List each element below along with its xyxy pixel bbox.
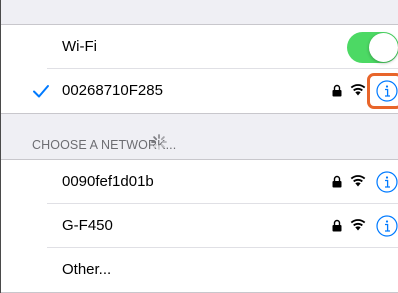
info-icon[interactable] <box>376 215 398 237</box>
wifi-icon <box>350 175 366 187</box>
info-icon[interactable] <box>376 171 398 193</box>
connected-network-row[interactable]: 00268710F285 <box>1 69 398 113</box>
network-name: G-F450 <box>62 217 113 234</box>
wifi-toggle-switch[interactable] <box>347 32 398 63</box>
other-network-row[interactable]: Other... <box>1 248 398 292</box>
wifi-label: Wi-Fi <box>62 38 97 55</box>
other-network-label: Other... <box>62 261 112 278</box>
checkmark-icon <box>33 85 49 98</box>
toggle-knob <box>369 33 398 62</box>
network-name: 0090fef1d01b <box>62 173 154 190</box>
lock-icon <box>332 219 342 232</box>
loading-spinner-icon <box>151 134 167 150</box>
lock-icon <box>332 175 342 188</box>
connected-network-name: 00268710F285 <box>62 82 163 99</box>
lock-icon <box>332 84 342 97</box>
wifi-icon <box>350 219 366 231</box>
choose-network-header: CHOOSE A NETWORK... <box>1 134 398 158</box>
network-row[interactable]: 0090fef1d01b <box>1 160 398 204</box>
network-row[interactable]: G-F450 <box>1 204 398 248</box>
wifi-toggle-row: Wi-Fi <box>1 25 398 69</box>
wifi-icon <box>350 84 366 96</box>
available-networks-group: 0090fef1d01b G-F450 Other... <box>1 159 398 293</box>
info-button-highlight <box>367 73 398 109</box>
wifi-settings-group: Wi-Fi 00268710F285 <box>1 24 398 114</box>
